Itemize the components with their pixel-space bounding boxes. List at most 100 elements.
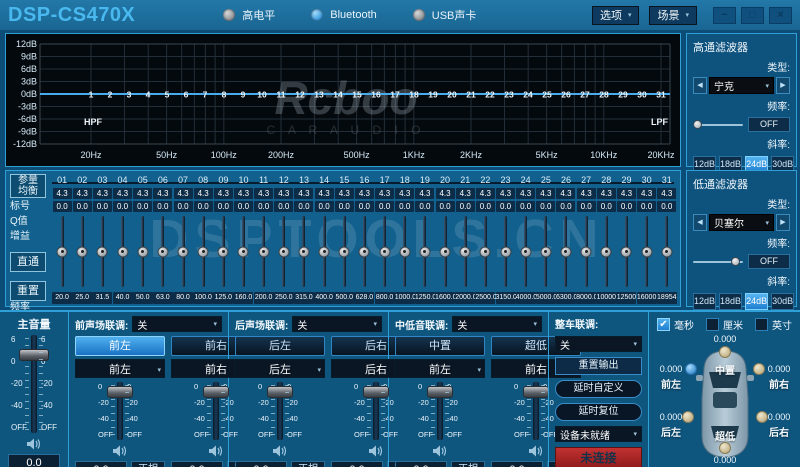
slider-handle[interactable] [540,246,552,257]
delay-reset-button[interactable]: 延时复位 [555,403,642,421]
slider-handle[interactable] [379,246,391,257]
eq-band-gain-slider[interactable] [193,212,213,289]
slider-handle[interactable] [217,246,229,257]
eq-band-gain-slider[interactable] [475,212,495,289]
slider-handle[interactable] [19,349,49,361]
reset-output-button[interactable]: 重置输出 [555,357,642,375]
slider-handle[interactable] [177,246,189,257]
eq-band-gain-slider[interactable] [274,212,294,289]
eq-band-gain-slider[interactable] [596,212,616,289]
delay-custom-button[interactable]: 延时自定义 [555,380,642,398]
master-volume-slider-body[interactable]: 6 0 -20 -40 OFF 6 0 -20 -40 OFF [0,335,68,433]
eq-band-gain-slider[interactable] [254,212,274,289]
group-link-select[interactable]: 关 ▾ [292,316,382,332]
slider-handle[interactable] [399,246,411,257]
slider-handle[interactable] [520,246,532,257]
speaker-dot-center[interactable] [719,346,731,358]
slider-handle[interactable] [358,246,370,257]
slider-handle[interactable] [641,246,653,257]
slider-handle[interactable] [56,246,68,257]
eq-band-gain-slider[interactable] [314,212,334,289]
close-button[interactable]: × [769,6,792,24]
parametric-eq-button[interactable]: 参量 均衡 [10,174,46,198]
lpf-type-next-button[interactable]: ▶ [776,214,790,231]
device-status-select[interactable]: 设备未就绪 ▾ [555,426,642,442]
channel-gain-slider[interactable]: 0-20-40OFF0-20-40OFF [75,382,165,440]
eq-band-gain-slider[interactable] [112,212,132,289]
eq-band-gain-slider[interactable] [415,212,435,289]
channel-button[interactable]: 前左 [75,336,165,356]
eq-curve-svg[interactable]: 12dB9dB6dB3dB0dB-3dB-6dB-9dB-12dBRcbooC … [6,34,680,166]
slider-handle[interactable] [419,246,431,257]
radio-usb-sound[interactable]: USB声卡 [412,7,476,23]
eq-band-gain-slider[interactable] [72,212,92,289]
hpf-type-prev-button[interactable]: ◀ [693,77,707,94]
channel-output-select[interactable]: 前左 ▾ [395,359,485,378]
speaker-dot-front-right[interactable] [753,363,765,375]
eq-band-gain-slider[interactable] [637,212,657,289]
eq-band-gain-slider[interactable] [294,212,314,289]
slider-handle[interactable] [203,386,229,398]
slider-handle[interactable] [96,246,108,257]
slider-handle[interactable] [267,386,293,398]
slider-handle[interactable] [237,246,249,257]
slider-handle[interactable] [439,246,451,257]
lpf-slope-18db[interactable]: 18dB [719,293,743,310]
speaker-dot-rear-left[interactable] [682,411,694,423]
eq-band-gain-slider[interactable] [375,212,395,289]
hpf-frequency-slider[interactable] [692,119,743,130]
eq-band-gain-slider[interactable] [516,212,536,289]
eq-bypass-button[interactable]: 直通 [10,252,46,272]
phase-button[interactable]: 正相 [131,461,165,467]
eq-band-gain-slider[interactable] [233,212,253,289]
slider-handle[interactable] [692,120,702,129]
speaker-dot-rear-right[interactable] [756,411,768,423]
hpf-type-select[interactable]: 宁克 ▾ [709,77,774,94]
slider-handle[interactable] [459,246,471,257]
slider-handle[interactable] [731,257,740,266]
slider-handle[interactable] [117,246,129,257]
channel-button[interactable]: 中置 [395,336,485,356]
eq-band-gain-slider[interactable] [153,212,173,289]
eq-band-gain-slider[interactable] [354,212,374,289]
lpf-type-prev-button[interactable]: ◀ [693,214,707,231]
connect-button[interactable]: 未连接 [555,447,642,467]
eq-band-gain-slider[interactable] [133,212,153,289]
slider-handle[interactable] [258,246,270,257]
options-menu-button[interactable]: 选项 ▾ [591,5,640,25]
unit-centimeter-checkbox[interactable]: 厘米 [706,317,743,332]
slider-handle[interactable] [363,386,389,398]
lpf-frequency-slider[interactable] [693,256,743,267]
channel-gain-slider[interactable]: 0-20-40OFF0-20-40OFF [395,382,485,440]
eq-band-gain-slider[interactable] [334,212,354,289]
slider-handle[interactable] [76,246,88,257]
slider-handle[interactable] [107,386,133,398]
channel-output-select[interactable]: 前左 ▾ [75,359,165,378]
group-link-select[interactable]: 关 ▾ [132,316,222,332]
eq-band-gain-slider[interactable] [556,212,576,289]
phase-button[interactable]: 正相 [291,461,325,467]
lpf-slope-30db[interactable]: 30dB [771,293,795,310]
slider-handle[interactable] [580,246,592,257]
eq-band-gain-slider[interactable] [657,212,677,289]
slider-handle[interactable] [278,246,290,257]
speaker-dot-sub[interactable] [719,442,731,454]
vehicle-link-select[interactable]: 关 ▾ [555,336,642,352]
eq-curve-graph[interactable]: 12dB 9dB 6dB 3dB 0dB -3dB -6dB -9dB -12dB Rcboo C … [5,33,681,167]
eq-band-gain-slider[interactable] [455,212,475,289]
eq-band-gain-slider[interactable] [52,212,72,289]
eq-band-gain-slider[interactable] [92,212,112,289]
lpf-slope-24db[interactable]: 24dB [745,293,769,310]
slider-handle[interactable] [197,246,209,257]
eq-band-gain-slider[interactable] [395,212,415,289]
slider-handle[interactable] [523,386,549,398]
slider-handle[interactable] [338,246,350,257]
eq-band-gain-slider[interactable] [576,212,596,289]
lpf-slope-12db[interactable]: 12dB [693,293,717,310]
slider-handle[interactable] [620,246,632,257]
eq-band-gain-slider[interactable] [616,212,636,289]
slider-handle[interactable] [157,246,169,257]
channel-button[interactable]: 后左 [235,336,325,356]
slider-handle[interactable] [298,246,310,257]
slider-handle[interactable] [427,386,453,398]
